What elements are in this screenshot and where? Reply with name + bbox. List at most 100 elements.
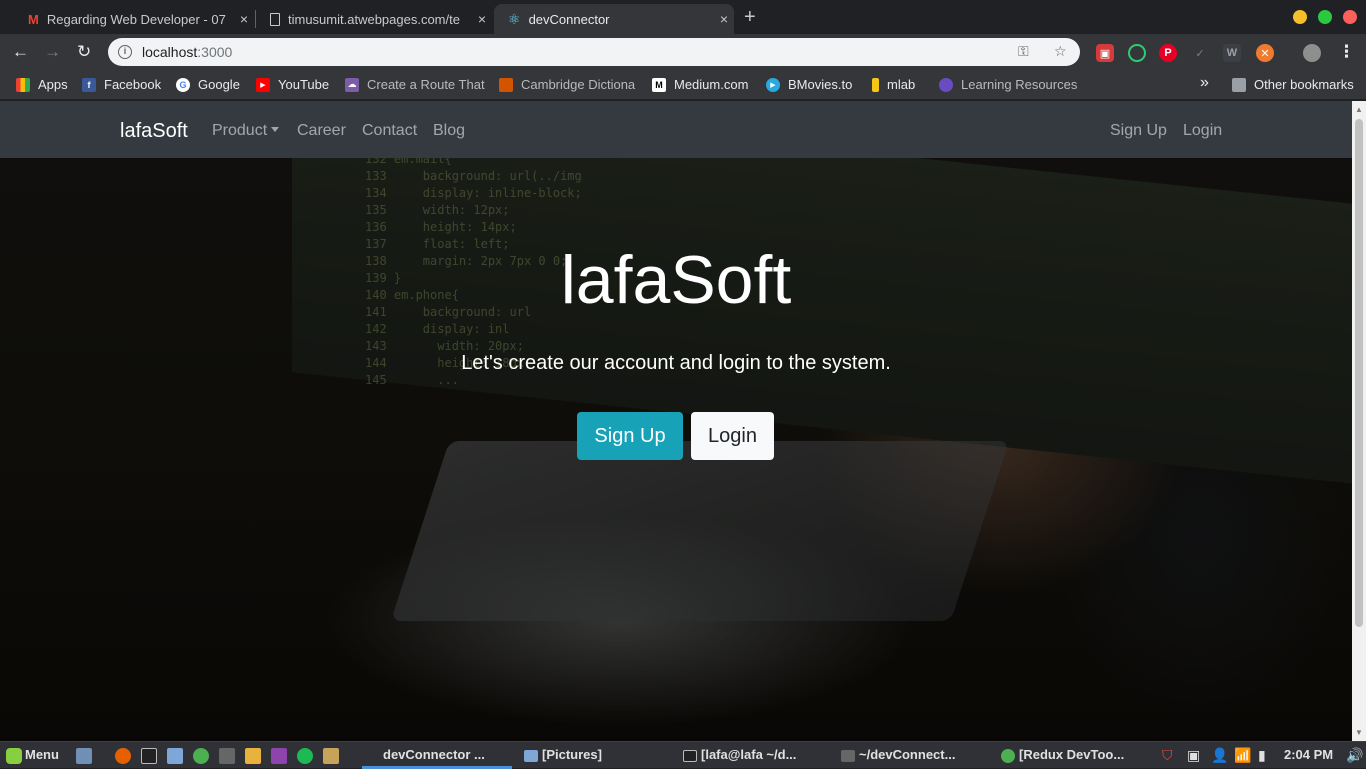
sublime-icon[interactable] [219,748,235,764]
taskbar-window-terminal[interactable]: [lafa@lafa ~/d... [701,747,796,762]
tab-devconnector[interactable]: ⚛ devConnector × [494,4,734,34]
mint-logo-icon[interactable] [6,748,22,764]
page-scrollbar[interactable]: ▲ ▼ [1352,101,1366,741]
close-tab-icon[interactable]: × [714,11,734,27]
bookmark-label: Medium.com [674,77,749,92]
shield-icon[interactable]: ⛉ [1162,747,1173,764]
grammarly-icon[interactable] [1128,44,1146,62]
page-viewport: 132 em.mail{ 133 background: url(../img … [0,101,1352,741]
url-port: :3000 [197,44,233,60]
new-tab-button[interactable]: + [744,6,756,29]
bookmark-label: Cambridge Dictiona [521,77,636,92]
bookmark-facebook[interactable]: f Facebook [82,77,161,92]
check-icon[interactable]: ✓ [1191,44,1209,62]
chrome-icon [1001,749,1015,763]
bookmark-other[interactable]: Other bookmarks [1232,77,1354,92]
clock[interactable]: 2:04 PM [1284,747,1333,762]
terminal-icon [683,750,697,762]
files-icon[interactable] [167,748,183,764]
cambridge-shield-icon [499,77,513,92]
bookmarks-bar: Apps f Facebook G Google ▶ YouTube ☁ Cre… [0,70,1366,100]
bookmark-mlab[interactable]: mlab [872,77,915,92]
scroll-up-icon[interactable]: ▲ [1355,105,1363,114]
os-taskbar: Menu devConnector ... [Pictures] [lafa@l… [0,741,1366,769]
spotify-icon[interactable] [297,748,313,764]
extension-icon[interactable]: ▣ [1096,44,1114,62]
nav-career[interactable]: Career [297,122,346,140]
update-icon[interactable]: ▣ [1187,747,1200,764]
nav-blog[interactable]: Blog [433,122,465,140]
bookmark-star-icon[interactable]: ☆ [1054,43,1067,60]
youtube-icon: ▶ [256,77,270,92]
bookmark-cambridge[interactable]: Cambridge Dictiona [499,77,635,92]
caret-down-icon [271,127,280,132]
image-viewer-icon[interactable] [271,748,287,764]
nav-product[interactable]: Product [212,122,280,140]
forward-icon[interactable]: → [44,42,61,62]
folder-icon [1232,77,1246,92]
bookmark-create-route[interactable]: ☁ Create a Route That [345,77,485,92]
reload-icon[interactable]: ↻ [77,42,91,62]
page-icon [270,12,280,26]
photos-icon[interactable] [323,748,339,764]
nav-product-label: Product [212,122,268,139]
tab-title: timusumit.atwebpages.com/te [288,11,460,27]
site-brand[interactable]: lafaSoft [120,120,188,143]
tab-gmail[interactable]: M Regarding Web Developer - 07 × [14,4,254,34]
hero-title: lafaSoft [560,242,792,318]
nav-signup[interactable]: Sign Up [1110,122,1167,140]
maximize-button[interactable] [1318,10,1332,24]
taskbar-window-pictures[interactable]: [Pictures] [542,747,602,762]
close-window-button[interactable] [1343,10,1357,24]
play-icon: ▶ [766,77,780,92]
firefox-icon[interactable] [115,748,131,764]
close-tab-icon[interactable]: × [472,11,492,27]
bookmark-bmovies[interactable]: ▶ BMovies.to [766,77,852,92]
apps-grid-icon [16,77,30,92]
more-bookmarks-button[interactable]: » [1200,74,1209,92]
tab-title: Regarding Web Developer - 07 [46,11,226,27]
avatar[interactable] [1303,44,1321,62]
wappalyzer-icon[interactable]: W [1223,44,1241,62]
address-bar[interactable]: i localhost :3000 ⚿ ☆ [108,38,1080,66]
nav-contact[interactable]: Contact [362,122,417,140]
info-icon[interactable]: i [118,45,132,59]
back-icon[interactable]: ← [12,42,29,62]
bookmark-learning[interactable]: Learning Resources [939,77,1077,92]
archive-icon[interactable] [245,748,261,764]
bookmark-label: BMovies.to [788,77,853,92]
terminal-icon[interactable] [141,748,157,764]
scrollbar-thumb[interactable] [1355,119,1363,627]
ublock-icon[interactable]: ✕ [1256,44,1274,62]
menu-icon[interactable]: ⋮ [1338,42,1355,62]
desktop-icon[interactable] [76,748,92,764]
bookmark-google[interactable]: G Google [176,77,240,92]
key-icon[interactable]: ⚿ [1018,43,1029,60]
facebook-icon: f [82,77,96,92]
taskbar-window-editor[interactable]: ~/devConnect... [859,747,955,762]
close-tab-icon[interactable]: × [234,11,254,27]
wifi-icon[interactable]: 📶 [1234,747,1251,764]
chrome-icon[interactable] [193,748,209,764]
hero-login-button[interactable]: Login [691,412,774,460]
bookmark-label: Facebook [104,77,162,92]
taskbar-window-devconnector[interactable]: devConnector ... [383,747,485,762]
minimize-button[interactable] [1293,10,1307,24]
pinterest-icon[interactable]: P [1159,44,1177,62]
battery-icon[interactable]: ▮ [1258,747,1266,764]
user-icon[interactable]: 👤 [1211,747,1228,764]
hero-signup-button[interactable]: Sign Up [577,412,683,460]
gmail-icon: M [28,11,39,27]
sublime-icon [841,750,855,762]
taskbar-window-redux[interactable]: [Redux DevToo... [1019,747,1124,762]
bookmark-youtube[interactable]: ▶ YouTube [256,77,329,92]
volume-icon[interactable]: 🔊 [1346,747,1363,764]
menu-button[interactable]: Menu [25,747,59,762]
tab-atwebpages[interactable]: timusumit.atwebpages.com/te × [256,4,492,34]
hero-lead: Let's create our account and login to th… [461,352,891,374]
nav-login[interactable]: Login [1183,122,1222,140]
learning-resources-icon [939,77,953,92]
scroll-down-icon[interactable]: ▼ [1355,728,1363,737]
bookmark-apps[interactable]: Apps [16,77,68,92]
bookmark-medium[interactable]: M Medium.com [652,77,748,92]
